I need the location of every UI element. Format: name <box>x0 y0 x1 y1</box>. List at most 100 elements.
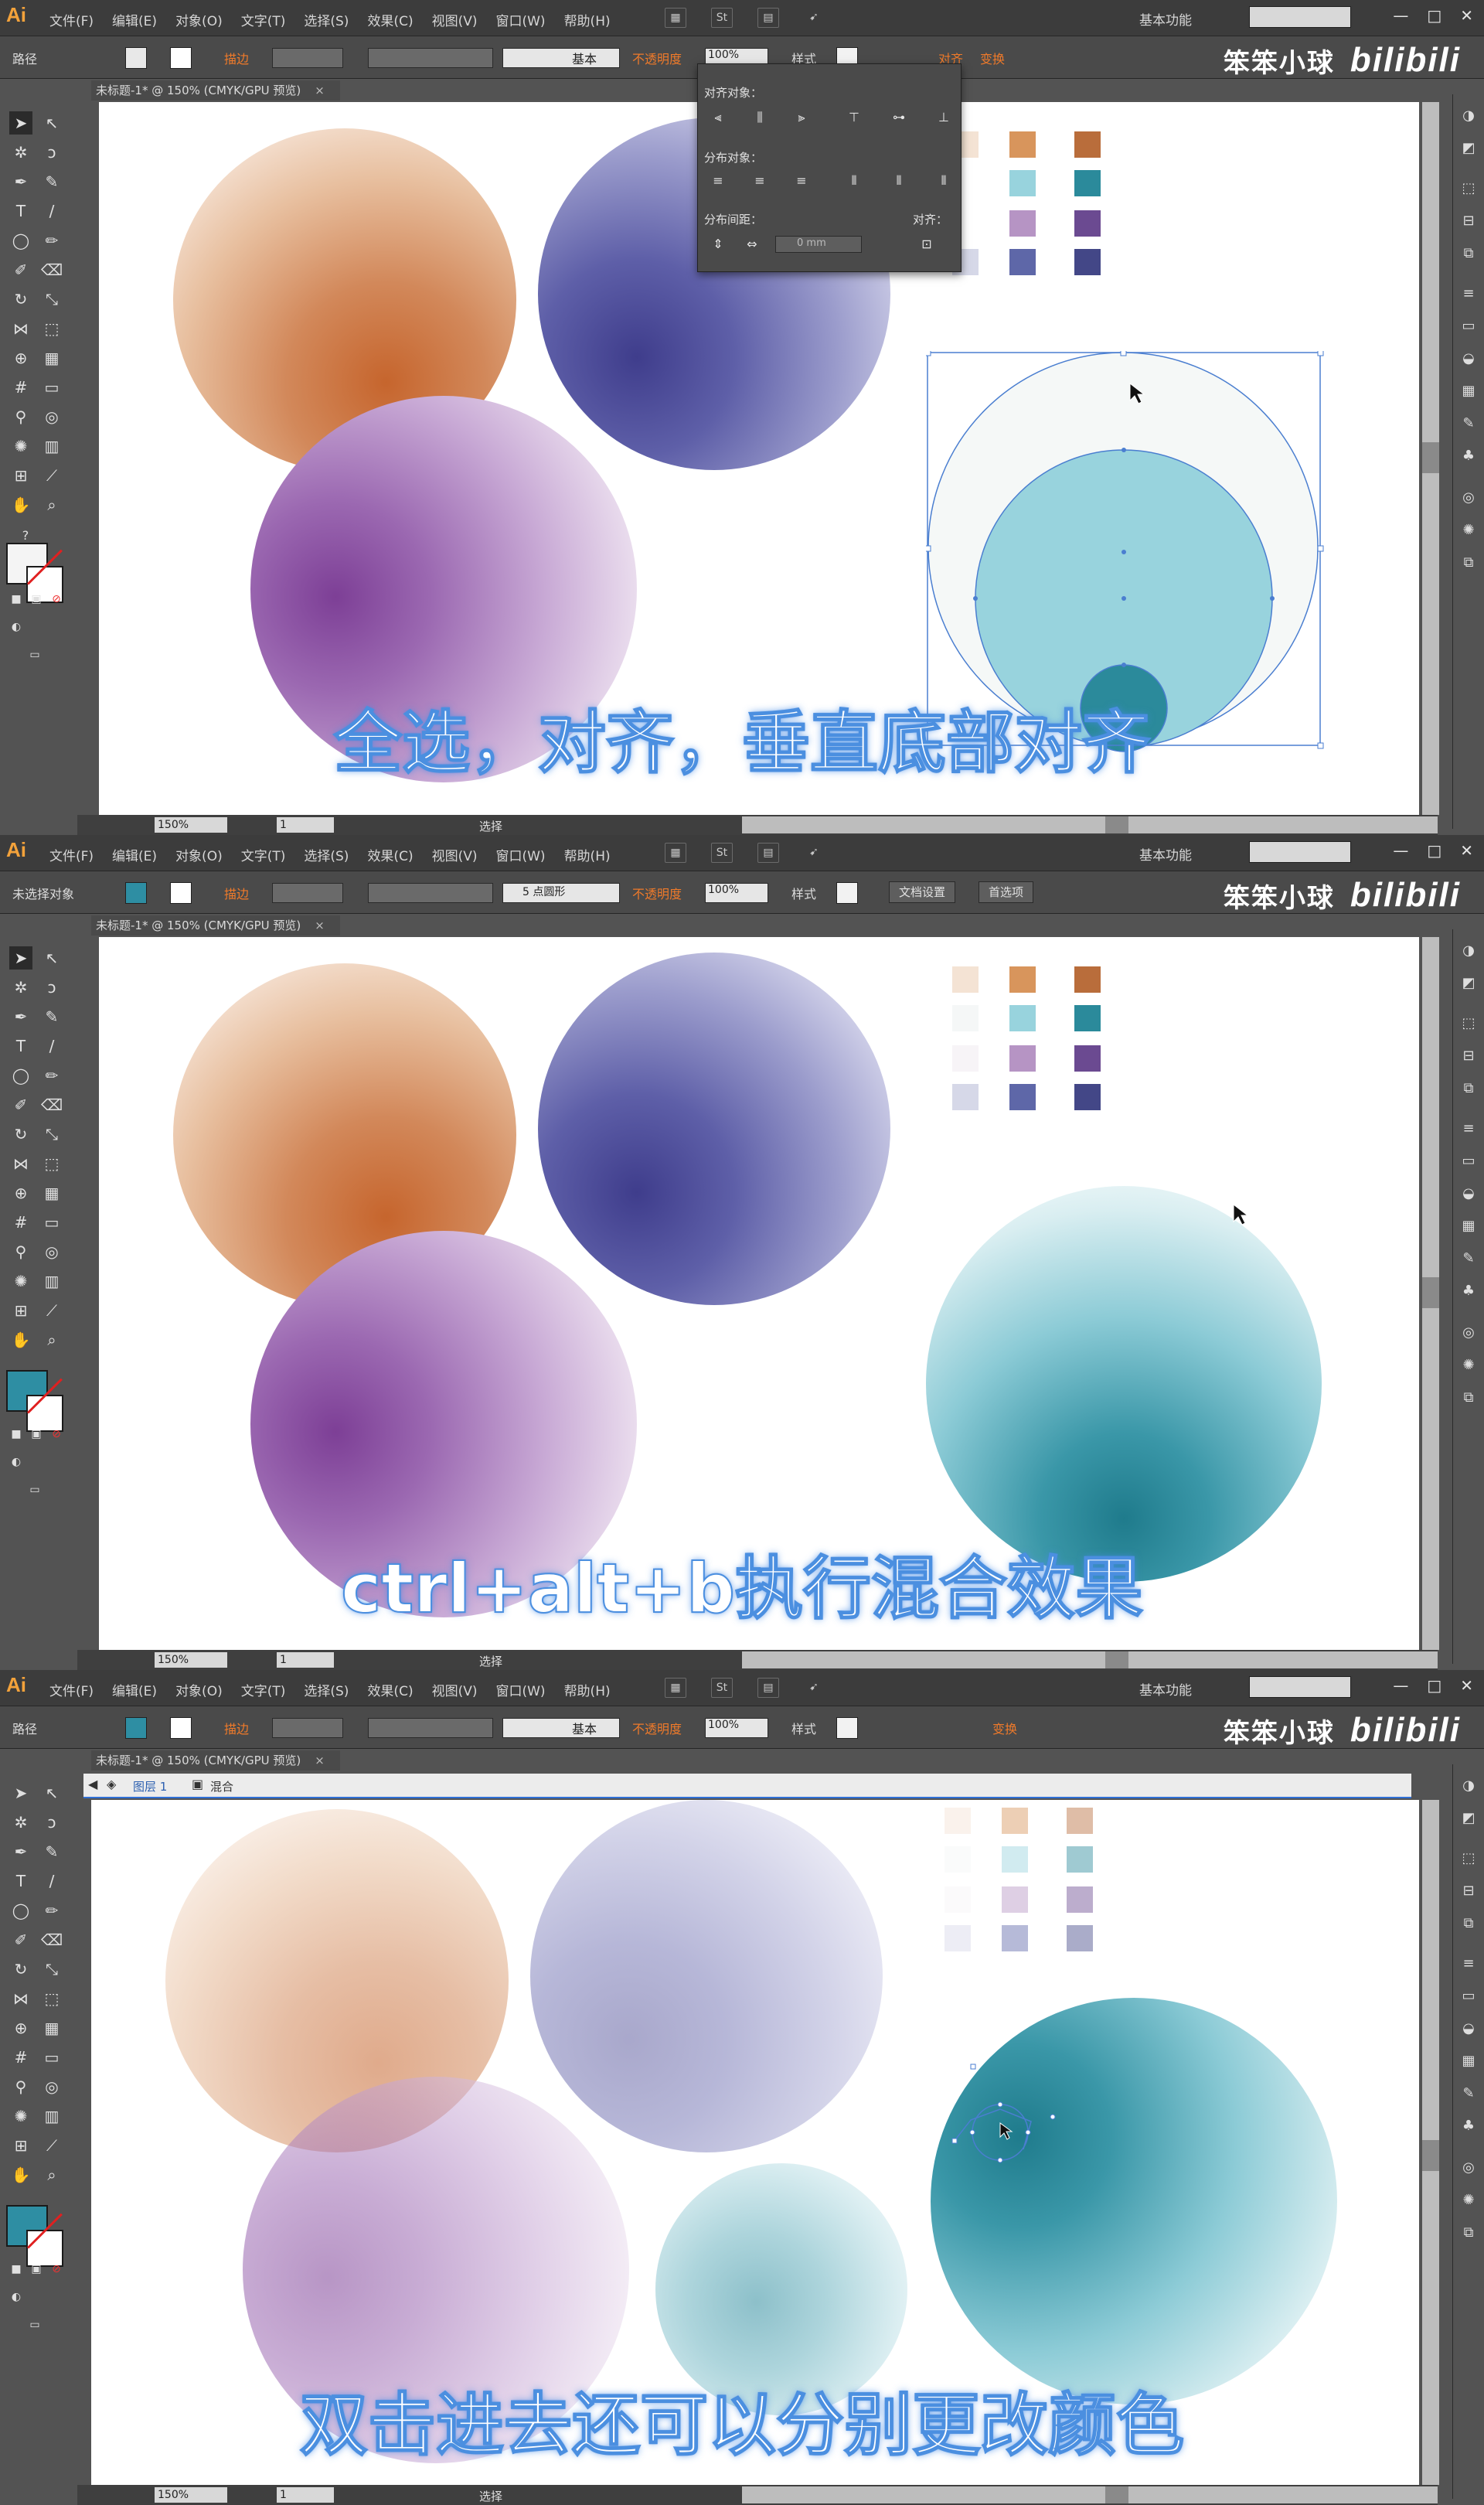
width-tool-icon[interactable]: ⋈ <box>9 317 32 340</box>
search-input[interactable] <box>1249 1676 1351 1698</box>
ellipse-tool-icon[interactable]: ◯ <box>9 229 32 252</box>
distribute-hcenter-icon[interactable]: ⦀ <box>890 172 908 189</box>
none-mode-icon[interactable]: ⊘ <box>45 2258 68 2281</box>
selection-tool-icon[interactable]: ➤ <box>9 1781 32 1805</box>
swatch-teal-mid[interactable] <box>1009 1005 1036 1031</box>
gradient-panel-icon[interactable]: ▭ <box>1459 1987 1478 2006</box>
draw-mode-icon[interactable]: ◐ <box>5 2285 28 2309</box>
ellipse-tool-icon[interactable]: ◯ <box>9 1064 32 1087</box>
swatch-orange-light[interactable] <box>945 1808 971 1834</box>
none-mode-icon[interactable]: ⊘ <box>45 588 68 611</box>
blue-gradient-circle[interactable] <box>530 1800 883 2152</box>
swatch-blue-light[interactable] <box>952 1084 979 1110</box>
swatch-blue-mid[interactable] <box>1002 1925 1028 1951</box>
brushes-panel-icon[interactable]: ✎ <box>1459 2084 1478 2103</box>
gpu-rocket-icon[interactable]: ➹ <box>804 8 824 26</box>
pen-tool-icon[interactable]: ✒ <box>9 1005 32 1028</box>
swatch-purple-mid[interactable] <box>1002 1886 1028 1913</box>
stroke-panel-icon[interactable]: ≡ <box>1459 1120 1478 1138</box>
gpu-rocket-icon[interactable]: ➹ <box>804 1678 824 1696</box>
handle-middle-right[interactable] <box>1317 545 1324 552</box>
workspace-switcher[interactable]: 基本功能 <box>1139 844 1192 864</box>
swatch-orange-dark[interactable] <box>1074 131 1101 158</box>
close-tab-icon[interactable]: × <box>315 1754 325 1767</box>
distribute-top-icon[interactable]: ≡ <box>709 172 727 189</box>
search-input[interactable] <box>1249 841 1351 863</box>
eraser-tool-icon[interactable]: ⌫ <box>40 1093 63 1116</box>
symbols-panel-icon[interactable]: ♣ <box>1459 2117 1478 2135</box>
graphic-style-swatch[interactable] <box>836 1717 858 1739</box>
transparency-panel-icon[interactable]: ◒ <box>1459 349 1478 368</box>
menu-view[interactable]: 视图(V) <box>432 10 478 29</box>
horizontal-scrollbar[interactable] <box>742 816 1438 833</box>
column-graph-tool-icon[interactable]: ▥ <box>40 435 63 458</box>
teal-blended-circle[interactable] <box>926 1186 1322 1582</box>
artboard-number-field[interactable]: 1 <box>277 2487 334 2503</box>
free-transform-tool-icon[interactable]: ⬚ <box>40 317 63 340</box>
stock-icon[interactable]: St <box>711 1678 733 1698</box>
paintbrush-tool-icon[interactable]: ✏ <box>40 229 63 252</box>
opacity-label[interactable]: 不透明度 <box>632 1719 682 1737</box>
handle-middle-left[interactable] <box>926 545 931 552</box>
menu-edit[interactable]: 编辑(E) <box>112 845 157 864</box>
maximize-icon[interactable]: □ <box>1427 841 1441 860</box>
column-graph-tool-icon[interactable]: ▥ <box>40 2105 63 2128</box>
graphic-style-swatch[interactable] <box>836 882 858 904</box>
stroke-swatch[interactable] <box>170 882 192 904</box>
lasso-tool-icon[interactable]: ↄ <box>40 1811 63 1834</box>
shape-builder-tool-icon[interactable]: ⊕ <box>9 2016 32 2040</box>
swatch-orange-mid[interactable] <box>1009 966 1036 993</box>
type-tool-icon[interactable]: T <box>9 1869 32 1893</box>
pen-tool-icon[interactable]: ✒ <box>9 1840 32 1863</box>
stroke-panel-icon[interactable]: ≡ <box>1459 285 1478 303</box>
rotate-tool-icon[interactable]: ↻ <box>9 1958 32 1981</box>
vertical-align-bottom-icon[interactable]: ⊥ <box>934 109 953 126</box>
menu-view[interactable]: 视图(V) <box>432 1680 478 1699</box>
perspective-grid-tool-icon[interactable]: ▦ <box>40 1181 63 1205</box>
magic-wand-tool-icon[interactable]: ✲ <box>9 141 32 164</box>
pathfinder-icon[interactable]: ⧉ <box>1459 244 1478 263</box>
transform-panel-icon[interactable]: ⬚ <box>1459 1849 1478 1868</box>
draw-mode-icon[interactable]: ◐ <box>5 615 28 639</box>
horizontal-align-center-icon[interactable]: ⫼ <box>751 109 769 126</box>
vertical-distribute-space-icon[interactable]: ⇕ <box>709 236 727 253</box>
zoom-field[interactable]: 150% <box>155 817 227 833</box>
anchor-point[interactable] <box>973 596 978 601</box>
swatch-teal-light[interactable] <box>952 1005 979 1031</box>
transform-link[interactable]: 变换 <box>980 49 1005 67</box>
swatch-blue-mid[interactable] <box>1009 249 1036 275</box>
appearance-panel-icon[interactable]: ◎ <box>1459 2159 1478 2177</box>
swatch-teal-mid[interactable] <box>1002 1846 1028 1873</box>
width-tool-icon[interactable]: ⋈ <box>9 1152 32 1175</box>
direct-selection-tool-icon[interactable]: ↖ <box>40 1781 63 1805</box>
swatch-blue-mid[interactable] <box>1009 1084 1036 1110</box>
artboard-tool-icon[interactable]: ⊞ <box>9 2134 32 2157</box>
stroke-swatch[interactable] <box>170 1717 192 1739</box>
selection-tool-icon[interactable]: ➤ <box>9 111 32 135</box>
swatch-orange-dark[interactable] <box>1074 966 1101 993</box>
stroke-label[interactable]: 描边 <box>224 884 249 902</box>
swatch-blue-dark[interactable] <box>1067 1925 1093 1951</box>
minimize-icon[interactable]: — <box>1393 1676 1408 1695</box>
rotate-tool-icon[interactable]: ↻ <box>9 288 32 311</box>
blend-tool-icon[interactable]: ◎ <box>40 1240 63 1263</box>
symbols-panel-icon[interactable]: ♣ <box>1459 447 1478 465</box>
swatches-panel-icon[interactable]: ▦ <box>1459 382 1478 400</box>
transform-panel-icon[interactable]: ⬚ <box>1459 1014 1478 1033</box>
swatches-panel-icon[interactable]: ▦ <box>1459 2052 1478 2070</box>
fill-swatch[interactable] <box>125 882 147 904</box>
stroke-label[interactable]: 描边 <box>224 1719 249 1737</box>
vertical-align-top-icon[interactable]: ⊤ <box>845 109 863 126</box>
perspective-grid-tool-icon[interactable]: ▦ <box>40 2016 63 2040</box>
color-panel-icon[interactable]: ◑ <box>1459 1777 1478 1795</box>
symbol-sprayer-tool-icon[interactable]: ✺ <box>9 435 32 458</box>
symbol-sprayer-tool-icon[interactable]: ✺ <box>9 2105 32 2128</box>
close-icon[interactable]: ✕ <box>1460 6 1473 25</box>
direct-selection-tool-icon[interactable]: ↖ <box>40 946 63 970</box>
free-transform-tool-icon[interactable]: ⬚ <box>40 1987 63 2010</box>
symbol-sprayer-tool-icon[interactable]: ✺ <box>9 1270 32 1293</box>
screen-mode-icon[interactable]: ▭ <box>23 643 46 666</box>
menu-window[interactable]: 窗口(W) <box>495 1680 545 1699</box>
gradient-tool-icon[interactable]: ▭ <box>40 1211 63 1234</box>
line-tool-icon[interactable]: / <box>40 199 63 223</box>
